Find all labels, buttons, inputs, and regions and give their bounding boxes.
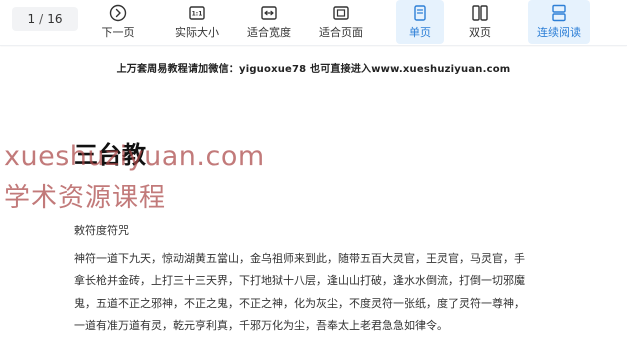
fit-width-button[interactable]: 适合宽度 bbox=[240, 0, 298, 44]
continuous-read-label: 连续阅读 bbox=[537, 26, 581, 39]
page-current[interactable]: 1 bbox=[28, 12, 36, 26]
header-note: 上万套周易教程请加微信：yiguoxue78 也可直接进入www.xueshuz… bbox=[116, 64, 511, 75]
fit-page-button[interactable]: 适合页面 bbox=[312, 0, 370, 44]
actual-size-label: 实际大小 bbox=[175, 26, 219, 39]
single-page-icon bbox=[414, 5, 426, 21]
page-separator: / bbox=[39, 12, 44, 26]
next-page-button[interactable]: 下一页 bbox=[98, 0, 138, 44]
double-page-label: 双页 bbox=[469, 26, 491, 39]
body-line-1: 神符一道下九天，惊动湖黄五當山，金乌祖师来到此，随带五百大灵官，王灵官，马灵官，… bbox=[74, 252, 525, 265]
body-line-3: 鬼，五道不正之邪神，不正之鬼，不正之神，化为灰尘，不度灵符一张纸，度了灵符一尊神… bbox=[74, 297, 525, 310]
page-counter[interactable]: 1/16 bbox=[12, 7, 78, 31]
single-page-label: 单页 bbox=[409, 26, 431, 39]
watermark-url: xueshuziyuan.com bbox=[4, 141, 265, 172]
fit-width-icon bbox=[261, 6, 277, 20]
page-total: 16 bbox=[47, 12, 63, 26]
body-line-4: 一道有准万道有灵，乾元亨利真，千邪万化为尘，吾奉太上老君急急如律令。 bbox=[74, 319, 448, 332]
svg-text:1:1: 1:1 bbox=[192, 11, 203, 18]
double-page-icon bbox=[472, 5, 488, 21]
fit-width-label: 适合宽度 bbox=[247, 26, 291, 39]
single-page-button[interactable]: 单页 bbox=[396, 0, 444, 44]
continuous-read-button[interactable]: 连续阅读 bbox=[528, 0, 590, 44]
document-page: 上万套周易教程请加微信：yiguoxue78 也可直接进入www.xueshuz… bbox=[0, 47, 627, 354]
toolbar: 1/16 下一页 1:1 实际大小 适合宽度 适合页面 单页 双页 连续阅读 bbox=[0, 0, 627, 46]
next-page-icon bbox=[109, 4, 127, 22]
fit-page-label: 适合页面 bbox=[319, 26, 363, 39]
double-page-button[interactable]: 双页 bbox=[458, 0, 502, 44]
next-page-label: 下一页 bbox=[101, 26, 135, 39]
actual-size-icon: 1:1 bbox=[189, 6, 205, 20]
watermark-text: 学术资源课程 bbox=[4, 183, 167, 213]
actual-size-button[interactable]: 1:1 实际大小 bbox=[168, 0, 226, 44]
fit-page-icon bbox=[333, 6, 349, 20]
section-subheading: 敕符度符咒 bbox=[74, 224, 129, 237]
body-line-2: 拿长枪并金砖，上打三十三天界，下打地狱十八层，逢山山打破，逢水水倒流，打倒一切邪… bbox=[74, 274, 525, 287]
continuous-read-icon bbox=[552, 4, 566, 22]
